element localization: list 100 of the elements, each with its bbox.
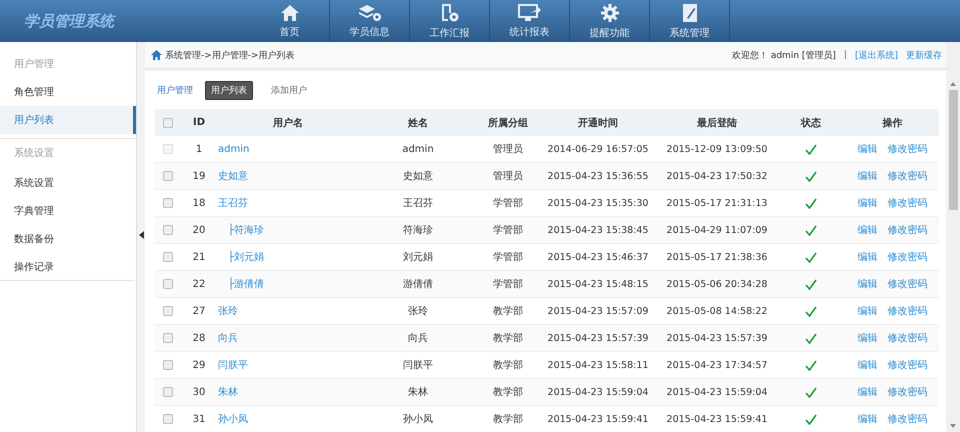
sidebar-item[interactable]: 操作记录	[0, 253, 136, 281]
table-cell-text: 2015-04-23 15:59:41	[666, 414, 768, 424]
table-cell-text: 闫朕平	[402, 359, 434, 372]
table-cell-text: 史如意	[402, 170, 434, 183]
column-header: 用户名	[272, 116, 304, 130]
sidebar-heading: 系统设置	[0, 138, 136, 169]
username-link[interactable]: 史如意	[218, 171, 248, 182]
sidebar-heading: 用户管理	[13, 58, 55, 72]
action-link[interactable]: 修改密码	[888, 331, 928, 345]
action-link[interactable]: 修改密码	[888, 169, 928, 183]
scrollbar-thumb[interactable]	[948, 90, 958, 210]
table-cell-text: 学管部	[492, 250, 524, 264]
action-link[interactable]: 修改密码	[888, 223, 928, 237]
table-cell-text: 管理员	[492, 170, 524, 183]
logout-link[interactable]: [退出系统]	[854, 48, 898, 62]
tab[interactable]: 添加用户	[265, 80, 313, 100]
sidebar-item[interactable]: 系统设置	[0, 169, 136, 197]
table-cell-text: 教学部	[492, 304, 524, 318]
row-checkbox[interactable]	[162, 333, 172, 343]
action-link[interactable]: 修改密码	[888, 250, 928, 264]
scrollbar[interactable]	[946, 42, 960, 432]
row-checkbox[interactable]	[162, 171, 172, 181]
action-link[interactable]: 编辑	[858, 331, 878, 345]
action-link[interactable]: 编辑	[858, 412, 878, 426]
home-icon	[151, 50, 162, 60]
table-cell-text: 31	[192, 414, 206, 424]
monitor-icon	[518, 4, 542, 22]
table-cell-text: 向兵	[407, 332, 429, 345]
username-link[interactable]: ├游倩倩	[228, 279, 264, 290]
action-link[interactable]: 修改密码	[888, 385, 928, 399]
table-cell-text: 2015-04-23 15:46:37	[546, 252, 650, 262]
scroll-down-icon[interactable]	[950, 424, 956, 428]
table-cell-text: 游倩倩	[402, 278, 434, 291]
action-link[interactable]: 编辑	[858, 223, 878, 237]
action-link[interactable]: 编辑	[858, 250, 878, 264]
row-checkbox[interactable]	[162, 198, 172, 208]
refresh-cache-link[interactable]: 更新缓存	[906, 48, 942, 62]
action-link[interactable]: 修改密码	[888, 358, 928, 372]
notebook-pencil-icon	[680, 2, 698, 22]
row-checkbox[interactable]	[162, 414, 172, 424]
table-cell-text: 2015-04-23 17:34:57	[666, 360, 768, 370]
row-checkbox[interactable]	[162, 225, 172, 235]
table-cell-text: 孙小凤	[402, 412, 434, 426]
section-title: 用户管理	[157, 84, 193, 96]
row-checkbox[interactable]	[162, 387, 172, 397]
table-cell-text: 学管部	[492, 278, 524, 291]
action-link[interactable]: 编辑	[858, 358, 878, 372]
action-link[interactable]: 修改密码	[888, 196, 928, 210]
table-cell-text: 教学部	[492, 332, 524, 345]
row-checkbox[interactable]	[162, 306, 172, 316]
table-cell-text: 27	[192, 306, 206, 316]
table-cell-text: 符海珍	[402, 224, 434, 237]
table-cell-text: 2015-05-08 14:58:22	[666, 306, 768, 316]
table-cell-text: 学管部	[492, 196, 524, 210]
table-cell-text: 学管部	[492, 224, 524, 237]
row-checkbox[interactable]	[162, 360, 172, 370]
username-link[interactable]: 王召芬	[218, 198, 248, 209]
action-link[interactable]: 修改密码	[888, 277, 928, 291]
table-cell-text: 2015-04-23 15:58:11	[546, 360, 650, 370]
column-header: 最后登陆	[696, 116, 738, 130]
username-link[interactable]: ├刘元娟	[228, 252, 264, 263]
username-link[interactable]: ├符海珍	[228, 225, 264, 236]
table-cell-text: 2015-04-23 15:57:39	[666, 332, 768, 344]
action-link[interactable]: 编辑	[858, 304, 878, 318]
row-checkbox[interactable]	[162, 279, 172, 289]
table-cell-text: 管理员	[492, 143, 524, 156]
sidebar-item[interactable]: 角色管理	[0, 78, 136, 106]
tab[interactable]: 用户列表	[205, 80, 253, 100]
sidebar-item[interactable]: 字典管理	[0, 197, 136, 225]
action-link[interactable]: 编辑	[858, 277, 878, 291]
username-link[interactable]: 孙小凤	[218, 414, 248, 425]
column-header: 操作	[881, 116, 904, 130]
row-checkbox[interactable]	[162, 252, 172, 262]
action-link[interactable]: 编辑	[858, 385, 878, 399]
table-cell-text: 19	[192, 170, 206, 182]
sidebar-item[interactable]: 数据备份	[0, 225, 136, 253]
sidebar-item[interactable]: 用户列表	[0, 106, 136, 134]
column-header: 状态	[800, 116, 822, 130]
action-link[interactable]: 修改密码	[888, 412, 928, 426]
username-link[interactable]: 朱林	[218, 387, 238, 398]
table-cell-text: 2015-04-23 15:35:30	[546, 198, 650, 208]
table-cell-text: 2015-04-23 15:59:41	[546, 414, 650, 424]
table-cell-text: 22	[192, 278, 206, 290]
table-cell-text: 刘元娟	[402, 250, 434, 264]
table-cell-text: 2015-04-23 15:59:04	[546, 386, 650, 398]
table-cell-text: 2015-04-23 15:36:55	[546, 170, 650, 182]
username-link[interactable]: 张玲	[218, 306, 238, 317]
scroll-up-icon[interactable]	[950, 82, 956, 86]
table-cell-text: 2015-05-06 20:34:28	[666, 278, 768, 290]
stack-gear-icon	[358, 4, 382, 22]
action-link[interactable]: 修改密码	[888, 304, 928, 318]
table-cell-text: 王召芬	[402, 196, 434, 210]
username-link[interactable]: 向兵	[218, 333, 238, 344]
action-link[interactable]: 编辑	[858, 196, 878, 210]
select-all-checkbox[interactable]	[162, 118, 172, 128]
welcome-text: 欢迎您！ admin [管理员]	[732, 50, 836, 62]
column-header: 所属分组	[487, 116, 529, 130]
action-link[interactable]: 编辑	[858, 169, 878, 183]
table-cell-text: 21	[192, 252, 206, 262]
username-link[interactable]: 闫朕平	[218, 360, 248, 371]
